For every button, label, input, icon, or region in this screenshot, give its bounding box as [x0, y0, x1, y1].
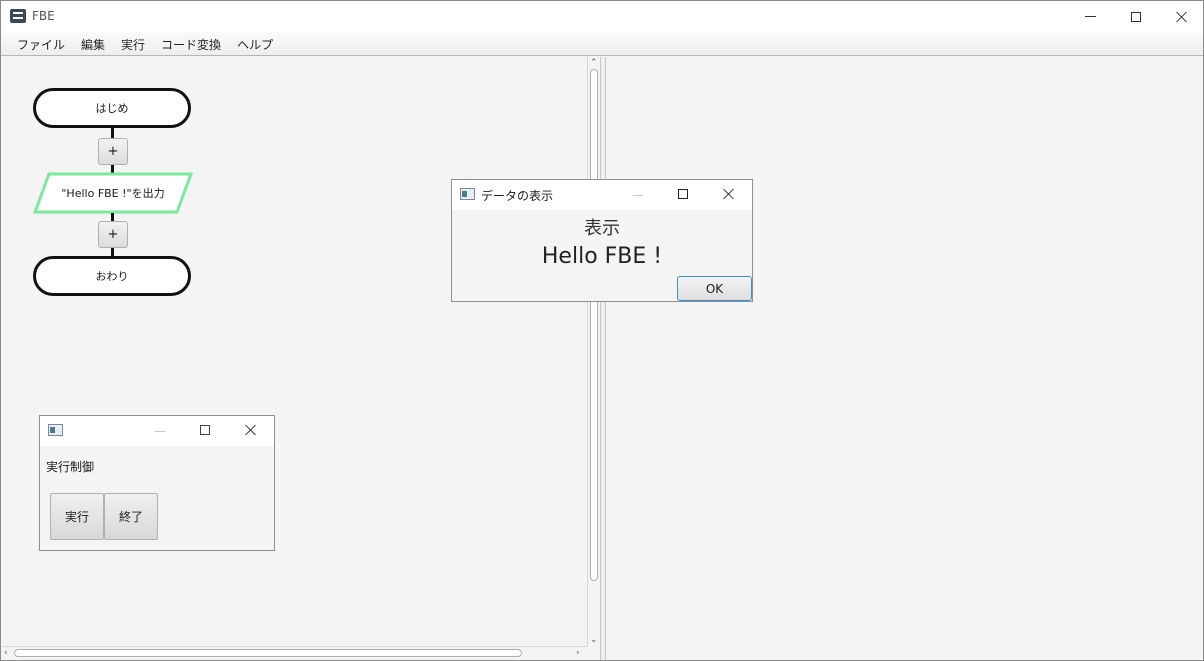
maximize-icon — [1131, 11, 1141, 22]
scroll-left-icon[interactable]: ‹ — [4, 648, 8, 658]
data-value: Hello FBE ! — [541, 244, 663, 269]
run-button[interactable]: 実行 — [50, 493, 104, 540]
maximize-icon[interactable] — [678, 189, 688, 199]
data-heading: 表示 — [584, 218, 620, 239]
flowchart-pane: はじめ + "Hello FBE !"を出力 + おわり ⌃ ⌄ ‹ › — [2, 57, 600, 660]
menu-bar: ファイル 編集 実行 コード変換 ヘルプ — [1, 32, 1203, 56]
window-icon — [48, 424, 63, 436]
output-node[interactable]: "Hello FBE !"を出力 — [33, 172, 193, 214]
end-node[interactable]: おわり — [33, 256, 191, 296]
menu-edit[interactable]: 編集 — [73, 32, 113, 55]
close-icon — [1176, 11, 1188, 23]
minimize-button[interactable] — [1067, 1, 1113, 32]
app-icon — [10, 9, 26, 23]
horizontal-scrollbar[interactable]: ‹ › — [2, 646, 587, 659]
close-icon[interactable] — [723, 188, 735, 200]
scroll-right-icon[interactable]: › — [576, 648, 580, 658]
menu-code-convert[interactable]: コード変換 — [153, 32, 229, 55]
window-icon — [460, 188, 475, 200]
menu-run[interactable]: 実行 — [113, 32, 153, 55]
close-button[interactable] — [1159, 1, 1204, 32]
stop-button[interactable]: 終了 — [104, 493, 158, 540]
ok-button[interactable]: OK — [677, 276, 752, 301]
maximize-button[interactable] — [1113, 1, 1159, 32]
window-title: FBE — [32, 9, 55, 23]
menu-file[interactable]: ファイル — [9, 32, 73, 55]
exec-control-title-bar — [40, 416, 274, 446]
start-node[interactable]: はじめ — [33, 88, 191, 128]
title-bar: FBE — [1, 1, 1203, 32]
scroll-up-icon[interactable]: ⌃ — [590, 58, 598, 68]
exec-control-label: 実行制御 — [46, 460, 95, 474]
add-node-button[interactable]: + — [98, 138, 128, 165]
exec-control-window: 実行制御 実行 終了 — [39, 415, 275, 551]
minimize-icon — [155, 431, 165, 432]
menu-help[interactable]: ヘルプ — [229, 32, 281, 55]
data-display-dialog: データの表示 表示 Hello FBE ! OK — [451, 179, 753, 302]
minimize-icon — [1084, 16, 1096, 17]
add-node-button[interactable]: + — [98, 221, 128, 248]
horizontal-scroll-thumb[interactable] — [14, 649, 522, 657]
close-icon[interactable] — [245, 424, 257, 436]
scroll-down-icon[interactable]: ⌄ — [590, 635, 598, 645]
data-dialog-title-bar: データの表示 — [452, 180, 752, 210]
vertical-scroll-thumb[interactable] — [590, 69, 598, 581]
code-pane — [606, 57, 1203, 660]
vertical-scrollbar[interactable]: ⌃ ⌄ — [587, 57, 600, 647]
maximize-icon[interactable] — [200, 425, 210, 435]
dialog-title: データの表示 — [481, 189, 554, 203]
main-window: FBE ファイル 編集 実行 コード変換 ヘルプ はじめ + "Hello FB… — [0, 0, 1204, 661]
minimize-icon — [633, 195, 643, 196]
